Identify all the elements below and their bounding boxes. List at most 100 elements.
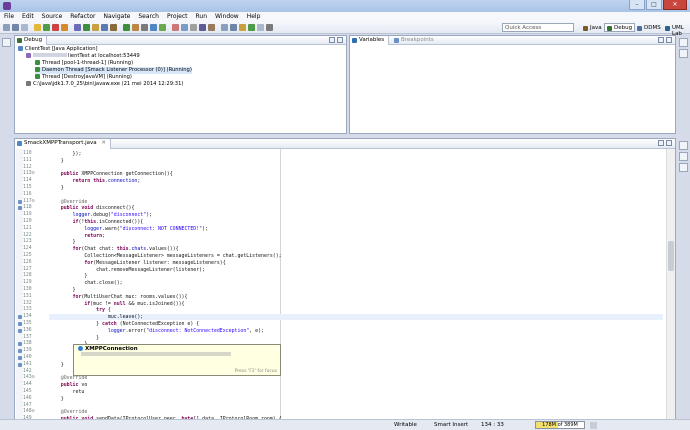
- code-line[interactable]: for(MultiUserChat muc: rooms.values()){: [49, 294, 188, 300]
- occurrence-marker-icon[interactable]: [18, 199, 22, 204]
- run-icon[interactable]: [43, 24, 50, 31]
- code-line[interactable]: }: [49, 335, 99, 341]
- perspective-uml-lab[interactable]: UML Lab: [662, 23, 690, 37]
- view-minimize-icon[interactable]: [658, 37, 664, 43]
- code-line[interactable]: }: [49, 273, 87, 279]
- menu-window[interactable]: Window: [211, 12, 243, 21]
- code-line[interactable]: logger.error("disconnect: NotConnectedEx…: [49, 328, 264, 334]
- code-line[interactable]: }: [49, 239, 76, 245]
- menu-run[interactable]: Run: [192, 12, 212, 21]
- occurrence-marker-icon[interactable]: [18, 362, 22, 367]
- occurrence-marker-icon[interactable]: [18, 206, 22, 211]
- drop-to-frame-icon[interactable]: [150, 24, 157, 31]
- outline-icon[interactable]: [679, 49, 688, 58]
- code-line[interactable]: try {: [49, 307, 111, 313]
- debug-tree-item[interactable]: Thread [pool-1-thread-1] (Running): [35, 60, 133, 67]
- perspective-java[interactable]: Java: [580, 23, 605, 32]
- occurrence-marker-icon[interactable]: [18, 356, 22, 360]
- view-maximize-icon[interactable]: [337, 37, 343, 43]
- menu-file[interactable]: File: [0, 12, 18, 21]
- heap-status[interactable]: 178M of 389M: [535, 421, 585, 429]
- code-line[interactable]: logger.debug("disconnect");: [49, 212, 153, 218]
- garbage-collect-icon[interactable]: [590, 422, 597, 429]
- step-over-icon[interactable]: [132, 24, 139, 31]
- debug-tree-item[interactable]: lientTest at localhost:53449: [26, 53, 140, 60]
- code-line[interactable]: public XMPPConnection getConnection(){: [49, 171, 173, 177]
- menu-project[interactable]: Project: [163, 12, 192, 21]
- view-maximize-icon[interactable]: [666, 37, 672, 43]
- code-line[interactable]: retu: [49, 389, 85, 395]
- occurrence-marker-icon[interactable]: [18, 328, 22, 333]
- previous-annotation-icon[interactable]: [230, 24, 237, 31]
- occurrence-marker-icon[interactable]: [18, 349, 22, 354]
- code-line[interactable]: if(!this.isConnected()){: [49, 219, 144, 225]
- code-line[interactable]: for(Chat chat: this.chats.values()){: [49, 246, 179, 252]
- debug-tree-item[interactable]: ClientTest [Java Application]: [18, 46, 98, 53]
- minimize-button[interactable]: –: [629, 0, 645, 10]
- quick-access-input[interactable]: Quick Access: [502, 23, 574, 32]
- debug-tree-item[interactable]: Thread [DestroyJavaVM] (Running): [35, 74, 132, 81]
- close-button[interactable]: ✕: [663, 0, 687, 10]
- code-line[interactable]: for(MessageListener listener: messageLis…: [49, 260, 225, 266]
- maximize-button[interactable]: □: [646, 0, 662, 10]
- terminate-icon[interactable]: [101, 24, 108, 31]
- next-annotation-icon[interactable]: [221, 24, 228, 31]
- menu-source[interactable]: Source: [38, 12, 67, 21]
- code-line[interactable]: }: [49, 362, 64, 368]
- code-line[interactable]: }: [49, 287, 76, 293]
- code-line[interactable]: logger.warn("disconnect: NOT CONNECTED!"…: [49, 226, 208, 232]
- new-class-icon[interactable]: [190, 24, 197, 31]
- menu-refactor[interactable]: Refactor: [66, 12, 99, 21]
- code-line[interactable]: @Override: [49, 199, 88, 205]
- problems-icon[interactable]: [679, 163, 688, 172]
- perspective-debug[interactable]: Debug: [604, 23, 636, 32]
- menu-navigate[interactable]: Navigate: [99, 12, 134, 21]
- editor-vertical-scrollbar[interactable]: [666, 149, 675, 429]
- debug-tree-item[interactable]: C:\Java\jdk1.7.0_25\bin\javaw.exe (21 me…: [26, 81, 183, 88]
- code-line[interactable]: return this.connection;: [49, 178, 141, 184]
- skip-breakpoints-icon[interactable]: [74, 24, 81, 31]
- tab-smackxmpptransport[interactable]: SmackXMPPTransport.java ✕: [15, 139, 112, 149]
- code-line[interactable]: public void disconnect(){: [49, 205, 135, 211]
- code-line[interactable]: });: [49, 151, 82, 157]
- view-maximize-icon[interactable]: [666, 140, 672, 146]
- new-package-icon[interactable]: [181, 24, 188, 31]
- new-java-project-icon[interactable]: [172, 24, 179, 31]
- code-line[interactable]: } catch (NotConnectedException e) {: [49, 321, 199, 327]
- code-line[interactable]: muc.leave();: [49, 314, 663, 321]
- search-icon[interactable]: [208, 24, 215, 31]
- disconnect-icon[interactable]: [110, 24, 117, 31]
- tab-breakpoints[interactable]: Breakpoints: [392, 36, 438, 45]
- view-minimize-icon[interactable]: [658, 140, 664, 146]
- annotation-ruler[interactable]: [16, 149, 23, 429]
- pin-icon[interactable]: [266, 24, 273, 31]
- occurrence-marker-icon[interactable]: [18, 322, 22, 326]
- restore-icon[interactable]: [2, 38, 11, 47]
- tab-variables[interactable]: Variables: [350, 36, 390, 45]
- close-tab-icon[interactable]: ✕: [101, 140, 106, 146]
- print-icon[interactable]: [21, 24, 28, 31]
- menu-edit[interactable]: Edit: [18, 12, 38, 21]
- javadoc-hover[interactable]: XMPPConnection Press 'F2' for focus: [73, 344, 281, 376]
- code-line[interactable]: }: [49, 185, 64, 191]
- code-line[interactable]: @Override: [49, 375, 88, 381]
- code-line[interactable]: }: [49, 396, 64, 402]
- tasks-icon[interactable]: [679, 152, 688, 161]
- back-icon[interactable]: [248, 24, 255, 31]
- use-step-filters-icon[interactable]: [159, 24, 166, 31]
- scrollbar-thumb[interactable]: [668, 241, 674, 271]
- last-edit-icon[interactable]: [239, 24, 246, 31]
- suspend-icon[interactable]: [92, 24, 99, 31]
- menu-search[interactable]: Search: [134, 12, 163, 21]
- new-icon[interactable]: [3, 24, 10, 31]
- java-editor[interactable]: SmackXMPPTransport.java ✕ 110 111 112 113⊖ 1…: [14, 138, 676, 430]
- external-tools-icon[interactable]: [61, 24, 68, 31]
- tab-debug[interactable]: Debug: [15, 36, 48, 45]
- forward-icon[interactable]: [257, 24, 264, 31]
- perspective-ddms[interactable]: DDMS: [634, 23, 664, 32]
- occurrence-marker-icon[interactable]: [18, 342, 22, 347]
- code-line[interactable]: Collection<MessageListener> messageListe…: [49, 253, 281, 259]
- view-minimize-icon[interactable]: [329, 37, 335, 43]
- stop-icon[interactable]: [52, 24, 59, 31]
- step-into-icon[interactable]: [123, 24, 130, 31]
